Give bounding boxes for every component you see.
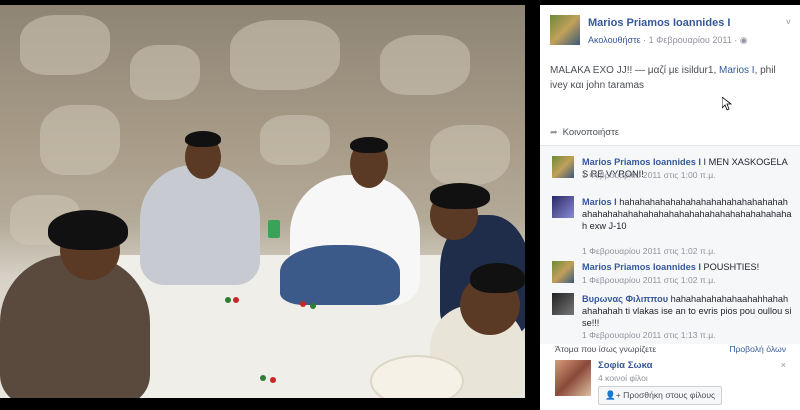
comment-text: Marios Priamos Ioannides I POUSHTIES! <box>582 261 792 273</box>
share-button[interactable]: ➦ Κοινοποιήστε <box>550 127 619 138</box>
author-name[interactable]: Marios Priamos Ioannides I <box>588 17 730 29</box>
post-meta: Ακολουθήστε · 1 Φεβρουαρίου 2011 · ◉ <box>588 35 748 46</box>
commenter-avatar[interactable] <box>552 293 574 315</box>
see-all-link[interactable]: Προβολή όλων <box>729 344 786 354</box>
share-arrow-icon: ➦ <box>550 127 558 137</box>
comment-text: Marios I hahahahahahahahahahahahahahahah… <box>582 196 792 232</box>
mouse-cursor-icon <box>722 97 732 111</box>
post-header: Marios Priamos Ioannides I Ακολουθήστε ·… <box>550 15 795 55</box>
commenter-name[interactable]: Βυρωνας Φιλιππου <box>582 294 668 304</box>
comment-date[interactable]: 1 Φεβρουαρίου 2011 στις 1:02 π.μ. <box>582 246 716 256</box>
comment-body: POUSHTIES! <box>700 262 760 272</box>
post-date[interactable]: · 1 Φεβρουαρίου 2011 · <box>643 35 737 45</box>
suggested-person-avatar[interactable] <box>555 360 591 396</box>
add-friend-button[interactable]: 👤+ Προσθήκη στους φίλους <box>598 386 723 405</box>
close-icon[interactable]: × <box>781 360 786 370</box>
commenter-name[interactable]: Marios I <box>582 197 617 207</box>
comment-date[interactable]: 1 Φεβρουαρίου 2011 στις 1:02 π.μ. <box>582 275 716 285</box>
post-text-start: MALAKA EXO JJ!! — μαζί με isildur1, <box>550 65 719 76</box>
commenter-name[interactable]: Marios Priamos Ioannides I <box>582 262 701 272</box>
share-label: Κοινοποιήστε <box>562 127 620 138</box>
comments-list: Marios Priamos Ioannides I I MEN XASKOGE… <box>540 146 800 344</box>
commenter-avatar[interactable] <box>552 261 574 283</box>
follow-link[interactable]: Ακολουθήστε <box>588 35 641 45</box>
post-photo[interactable] <box>0 5 525 398</box>
commenter-avatar[interactable] <box>552 196 574 218</box>
chevron-down-icon[interactable]: ˅ <box>786 17 791 27</box>
post-text: MALAKA EXO JJ!! — μαζί με isildur1, Mari… <box>550 63 795 93</box>
suggested-person-name[interactable]: Σοφία Σωκα <box>598 360 653 371</box>
comment-text: Βυρωνας Φιλιππου hahahahahahahaahahhahah… <box>582 293 792 329</box>
suggestions-heading: Άτομα που ίσως γνωρίζετε <box>555 344 657 354</box>
add-friend-label: Προσθήκη στους φίλους <box>623 390 716 400</box>
comment-date[interactable]: 1 Φεβρουαρίου 2011 στις 1:00 π.μ. <box>582 170 716 180</box>
globe-icon: ◉ <box>739 35 748 45</box>
author-avatar[interactable] <box>550 15 580 45</box>
post-sidebar: Marios Priamos Ioannides I Ακολουθήστε ·… <box>540 5 800 410</box>
photo-viewer <box>0 0 527 410</box>
commenter-avatar[interactable] <box>552 156 574 178</box>
commenter-name[interactable]: Marios Priamos Ioannides I <box>582 157 701 167</box>
people-you-may-know: Άτομα που ίσως γνωρίζετε Προβολή όλων Σο… <box>540 344 800 410</box>
mutual-friends-count[interactable]: 4 κοινοί φίλοι <box>598 373 648 383</box>
add-friend-icon: 👤+ <box>605 390 621 400</box>
tagged-user-link[interactable]: Marios I <box>719 65 755 76</box>
comment-date[interactable]: 1 Φεβρουαρίου 2011 στις 1:13 π.μ. <box>582 330 716 340</box>
